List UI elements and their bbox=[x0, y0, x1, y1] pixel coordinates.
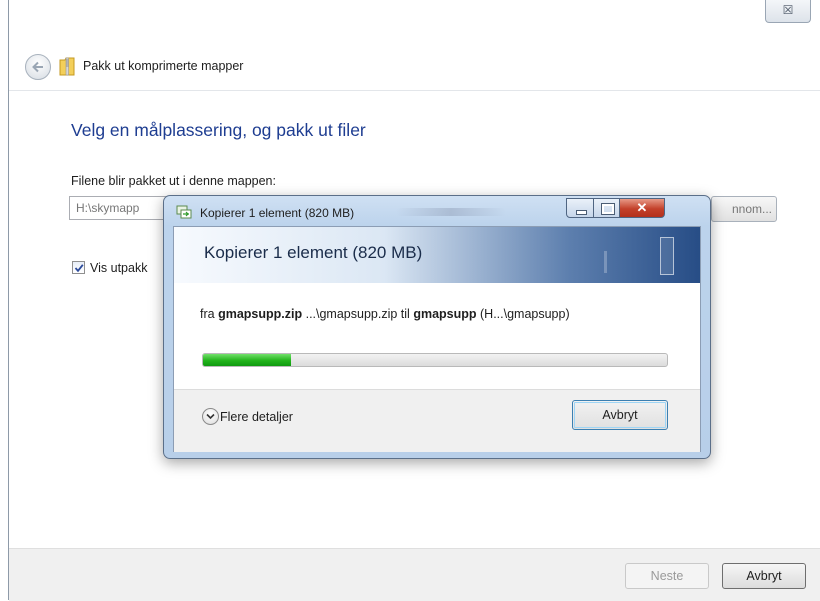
progress-fill bbox=[203, 354, 292, 366]
destination-folder-link[interactable]: gmapsupp bbox=[413, 307, 476, 321]
chevron-down-icon bbox=[206, 413, 215, 420]
window-title: Pakk ut komprimerte mapper bbox=[83, 59, 244, 73]
dialog-cancel-button[interactable]: Avbryt bbox=[572, 400, 668, 430]
maximize-button[interactable] bbox=[593, 198, 620, 218]
destination-path: (H...\gmapsupp) bbox=[480, 307, 570, 321]
copy-progress-dialog: Kopierer 1 element (820 MB) ✕ Kopierer 1… bbox=[163, 195, 711, 459]
back-arrow-icon bbox=[32, 61, 43, 73]
source-path: ...\gmapsupp.zip bbox=[305, 307, 398, 321]
checkmark-icon bbox=[74, 264, 84, 273]
copy-progress-bar bbox=[202, 353, 668, 367]
from-word: fra bbox=[200, 307, 215, 321]
minimize-button[interactable] bbox=[566, 198, 594, 218]
copy-source-destination: fra gmapsupp.zip ...\gmapsupp.zip til gm… bbox=[200, 307, 570, 321]
browse-button[interactable]: nnom... bbox=[711, 196, 777, 222]
close-icon: ☒ bbox=[782, 3, 794, 17]
zip-folder-icon bbox=[59, 57, 75, 76]
back-button[interactable] bbox=[25, 54, 51, 80]
dialog-title: Kopierer 1 element (820 MB) bbox=[200, 206, 355, 220]
show-files-checkbox[interactable] bbox=[72, 261, 85, 274]
divider bbox=[9, 90, 820, 91]
title-bar-glow bbox=[396, 208, 506, 216]
dialog-close-button[interactable]: ✕ bbox=[619, 198, 665, 218]
banner-title: Kopierer 1 element (820 MB) bbox=[204, 243, 423, 262]
dialog-banner: Kopierer 1 element (820 MB) bbox=[174, 227, 700, 283]
banner-decoration bbox=[604, 251, 607, 273]
cancel-button[interactable]: Avbryt bbox=[722, 563, 806, 589]
next-button[interactable]: Neste bbox=[625, 563, 709, 589]
more-details-toggle[interactable] bbox=[202, 408, 219, 425]
close-icon: ✕ bbox=[636, 200, 648, 215]
more-details-label[interactable]: Flere detaljer bbox=[220, 410, 293, 424]
dialog-content: Kopierer 1 element (820 MB) fra gmapsupp… bbox=[173, 226, 701, 452]
copy-icon bbox=[176, 205, 192, 219]
source-file-link[interactable]: gmapsupp.zip bbox=[218, 307, 302, 321]
page-heading: Velg en målplassering, og pakk ut filer bbox=[71, 120, 366, 140]
close-button[interactable]: ☒ bbox=[765, 0, 811, 23]
to-word: til bbox=[400, 307, 410, 321]
banner-decoration bbox=[660, 237, 674, 275]
destination-label: Filene blir pakket ut i denne mappen: bbox=[71, 174, 276, 188]
wizard-footer: Neste Avbryt bbox=[9, 548, 820, 601]
dialog-footer: Flere detaljer Avbryt bbox=[174, 389, 700, 452]
